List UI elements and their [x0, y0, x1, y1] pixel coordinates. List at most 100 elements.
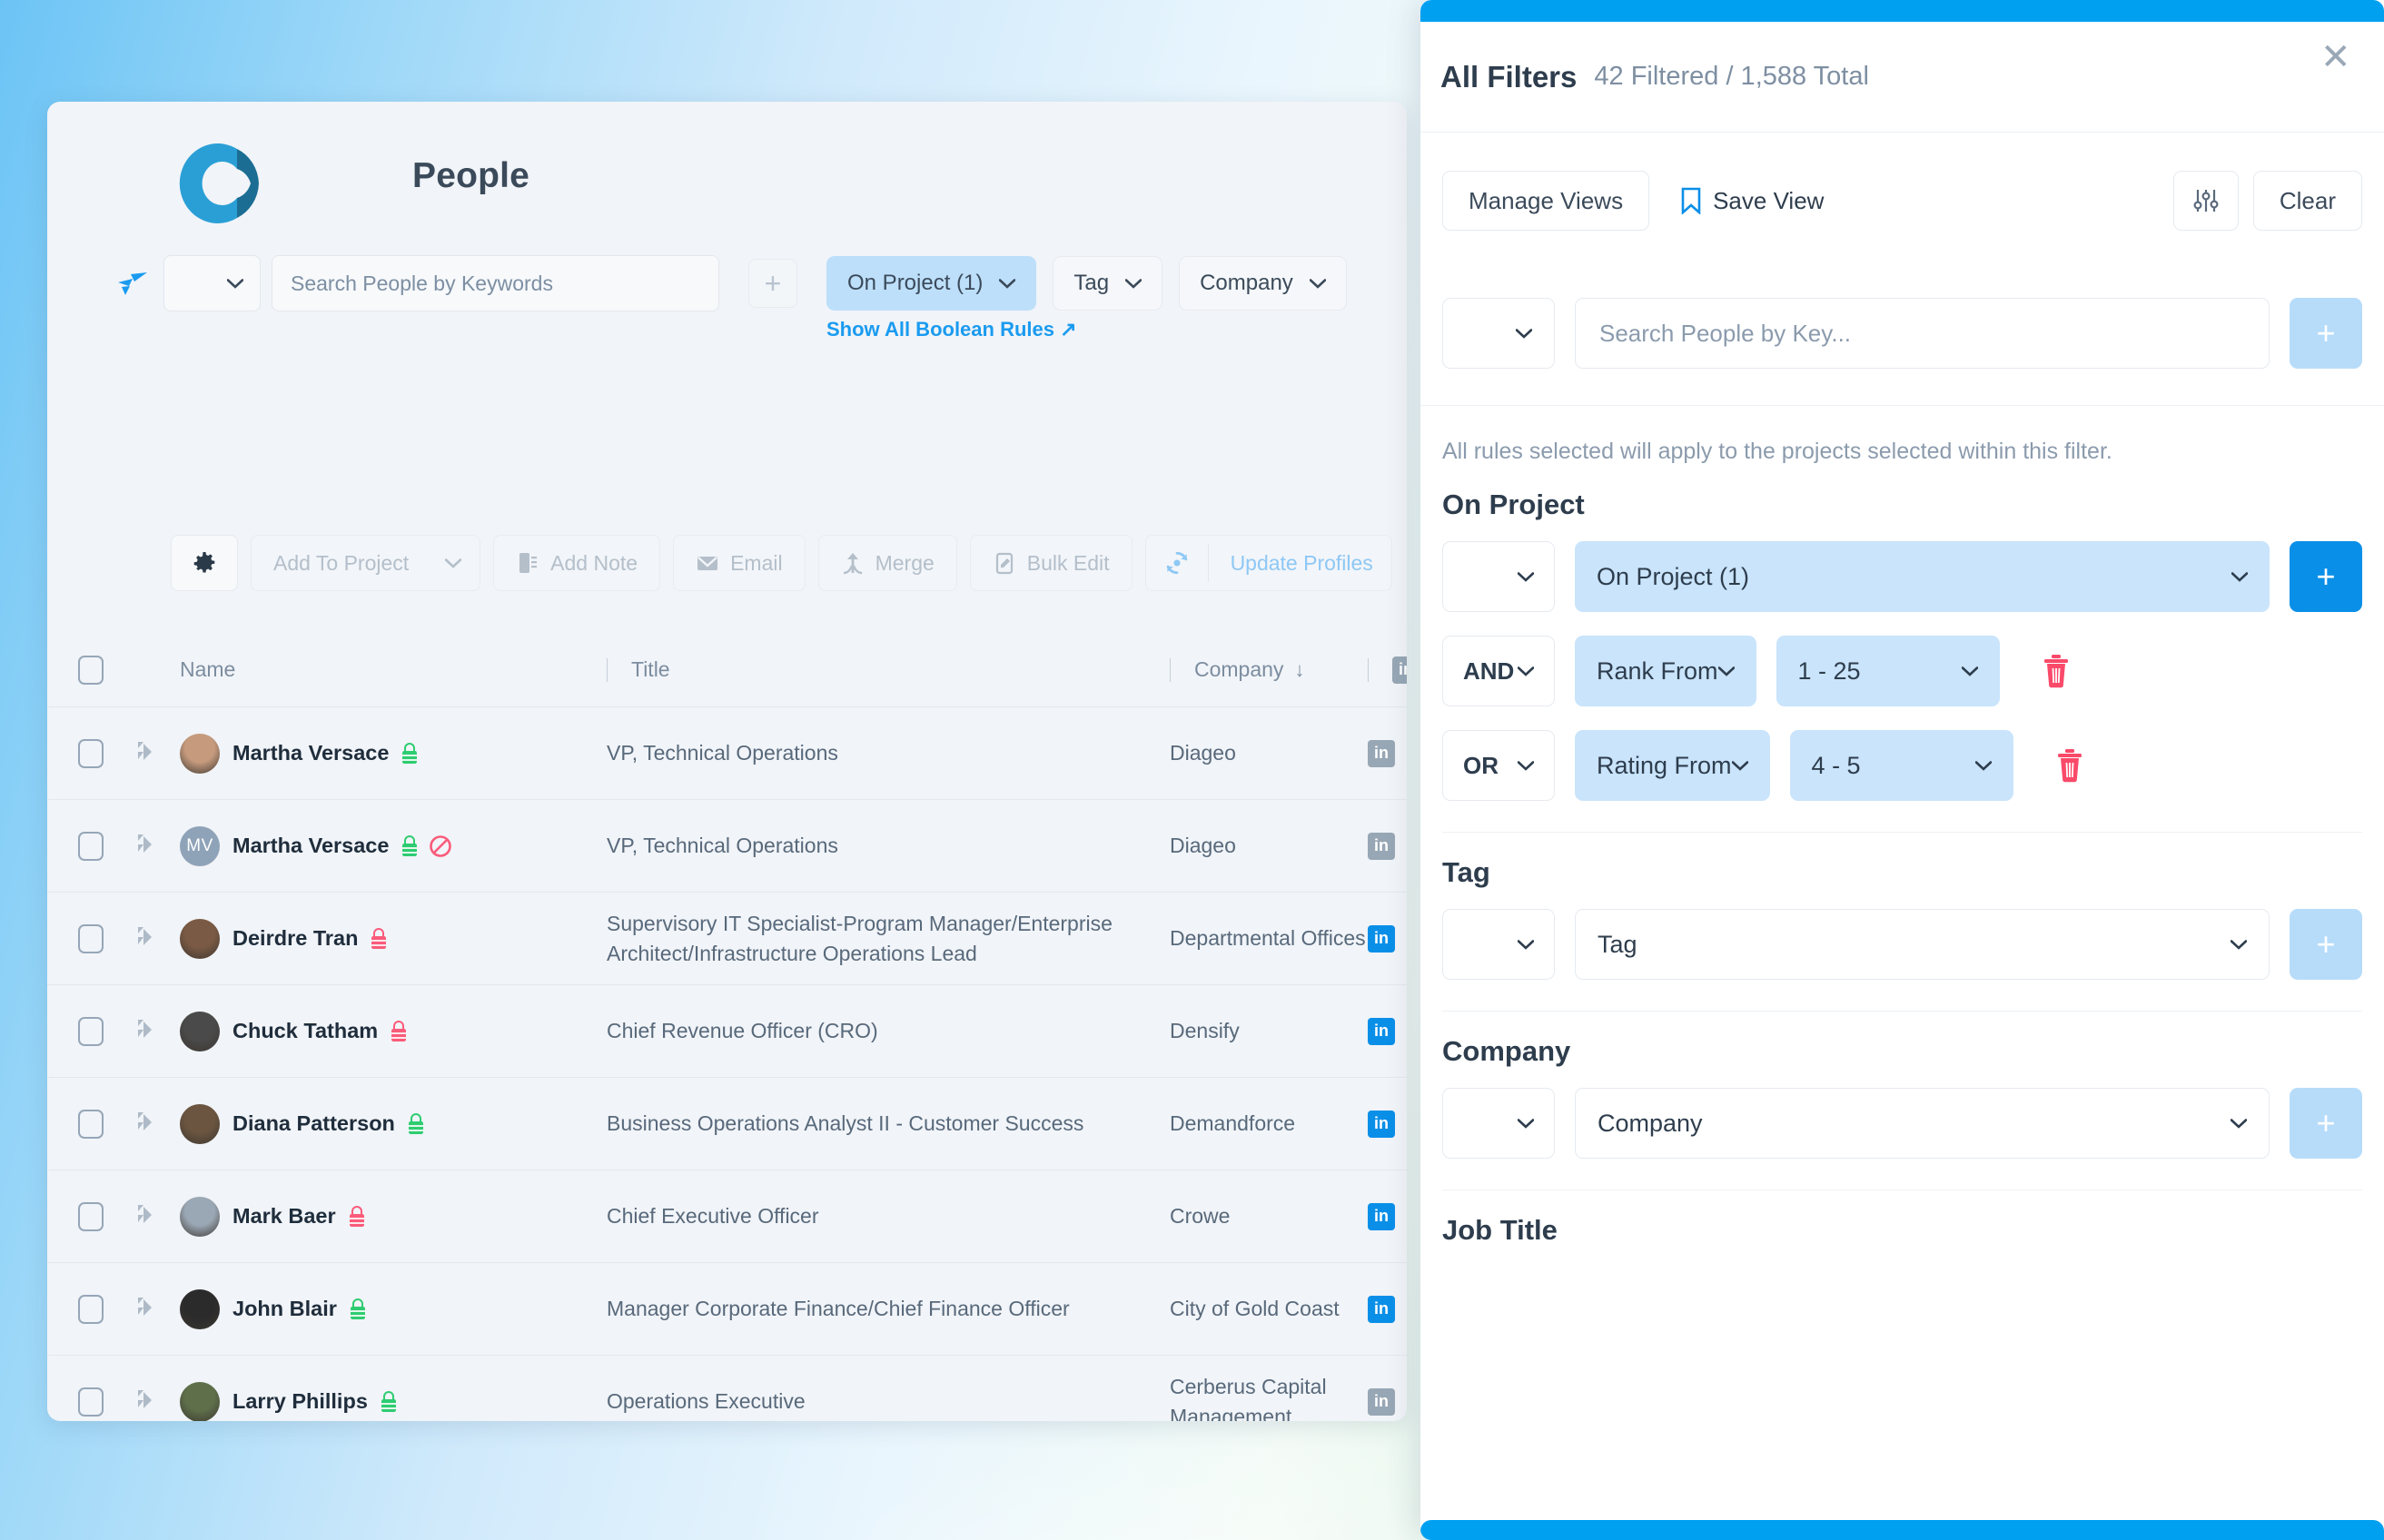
row-name-cell[interactable]: Diana Patterson — [180, 1104, 607, 1144]
column-header-company[interactable]: Company ↓ — [1170, 657, 1368, 682]
row-linkedin-cell[interactable]: in — [1368, 1388, 1407, 1416]
rule-field-select[interactable]: Tag — [1575, 909, 2270, 980]
row-expand-cell[interactable] — [134, 1017, 180, 1046]
linkedin-icon[interactable]: in — [1368, 925, 1395, 953]
row-name-cell[interactable]: Martha Versace — [180, 734, 607, 774]
row-linkedin-cell[interactable]: in — [1368, 925, 1407, 953]
row-linkedin-cell[interactable]: in — [1368, 740, 1407, 767]
linkedin-icon[interactable]: in — [1368, 1111, 1395, 1138]
chip-company[interactable]: Company — [1179, 256, 1347, 311]
manage-views-button[interactable]: Manage Views — [1442, 171, 1649, 231]
rule-field-select[interactable]: Company — [1575, 1088, 2270, 1159]
row-name-cell[interactable]: Chuck Tatham — [180, 1012, 607, 1051]
table-row[interactable]: Chuck Tatham Chief Revenue Officer (CRO)… — [47, 985, 1407, 1078]
row-expand-cell[interactable] — [134, 1110, 180, 1139]
table-row[interactable]: John Blair Manager Corporate Finance/Chi… — [47, 1263, 1407, 1356]
merge-button[interactable]: Merge — [818, 535, 957, 591]
row-checkbox[interactable] — [78, 1017, 104, 1046]
row-checkbox[interactable] — [78, 1387, 104, 1417]
delete-rule-button[interactable] — [2020, 654, 2092, 688]
bulk-edit-button[interactable]: Bulk Edit — [970, 535, 1133, 591]
update-profiles-button[interactable]: Update Profiles — [1145, 535, 1392, 591]
settings-gear-button[interactable] — [171, 535, 238, 591]
row-checkbox[interactable] — [78, 1110, 104, 1139]
add-note-button[interactable]: Add Note — [493, 535, 660, 591]
row-name-cell[interactable]: Larry Phillips — [180, 1382, 607, 1422]
table-row[interactable]: Mark Baer Chief Executive Officer Crowe … — [47, 1170, 1407, 1263]
add-rule-button[interactable]: + — [2290, 541, 2362, 612]
table-row[interactable]: Larry Phillips Operations Executive Cerb… — [47, 1356, 1407, 1421]
row-name-cell[interactable]: Deirdre Tran — [180, 919, 607, 959]
linkedin-icon[interactable]: in — [1368, 1388, 1395, 1416]
delete-rule-button[interactable] — [2033, 748, 2106, 783]
row-checkbox-cell[interactable] — [47, 1387, 134, 1417]
row-linkedin-cell[interactable]: in — [1368, 1111, 1407, 1138]
rule-operator-select[interactable]: OR — [1442, 730, 1555, 801]
rule-operator-select[interactable] — [1442, 909, 1555, 980]
linkedin-icon[interactable]: in — [1368, 1203, 1395, 1230]
row-checkbox[interactable] — [78, 1202, 104, 1231]
row-checkbox-cell[interactable] — [47, 739, 134, 768]
rule-operator-select[interactable] — [1442, 1088, 1555, 1159]
column-header-title[interactable]: Title — [607, 657, 1170, 682]
row-expand-cell[interactable] — [134, 739, 180, 768]
rule-field-select[interactable]: Rank From — [1575, 636, 1756, 706]
panel-search-add-button[interactable]: + — [2290, 298, 2362, 369]
panel-search-type-select[interactable] — [1442, 298, 1555, 369]
row-checkbox-cell[interactable] — [47, 924, 134, 953]
row-linkedin-cell[interactable]: in — [1368, 1018, 1407, 1045]
row-name-cell[interactable]: John Blair — [180, 1289, 607, 1329]
panel-search-input[interactable]: Search People by Key... — [1575, 298, 2270, 369]
row-name-cell[interactable]: Mark Baer — [180, 1197, 607, 1237]
delete-rule-icon[interactable] — [2041, 654, 2072, 688]
save-view-button[interactable]: Save View — [1680, 187, 1824, 215]
row-checkbox[interactable] — [78, 739, 104, 768]
add-rule-button[interactable]: + — [2290, 1088, 2362, 1159]
row-linkedin-cell[interactable]: in — [1368, 1203, 1407, 1230]
rule-field-select[interactable]: On Project (1) — [1575, 541, 2270, 612]
filter-settings-button[interactable] — [2173, 171, 2239, 231]
add-to-project-button[interactable]: Add To Project — [251, 535, 480, 591]
table-row[interactable]: Deirdre Tran Supervisory IT Specialist-P… — [47, 893, 1407, 985]
column-header-name[interactable]: Name — [180, 657, 607, 682]
rule-operator-select[interactable] — [1442, 541, 1555, 612]
email-button[interactable]: Email — [673, 535, 806, 591]
chip-on-project[interactable]: On Project (1) — [826, 256, 1036, 311]
chip-tag[interactable]: Tag — [1053, 256, 1162, 311]
show-all-boolean-rules-link[interactable]: Show All Boolean Rules ↗ — [826, 318, 1077, 341]
row-expand-cell[interactable] — [134, 1202, 180, 1231]
delete-rule-icon[interactable] — [2054, 748, 2085, 783]
row-name-cell[interactable]: MV Martha Versace — [180, 826, 607, 866]
clear-filters-button[interactable]: Clear — [2253, 171, 2362, 231]
row-checkbox-cell[interactable] — [47, 1110, 134, 1139]
sort-descending-icon[interactable]: ↓ — [1294, 658, 1304, 682]
row-checkbox[interactable] — [78, 924, 104, 953]
search-input[interactable]: Search People by Keywords — [272, 255, 719, 311]
row-linkedin-cell[interactable]: in — [1368, 1296, 1407, 1323]
rule-value-select[interactable]: 1 - 25 — [1776, 636, 2000, 706]
search-type-select[interactable] — [163, 255, 261, 311]
linkedin-icon[interactable]: in — [1368, 1296, 1395, 1323]
row-expand-cell[interactable] — [134, 1387, 180, 1417]
row-linkedin-cell[interactable]: in — [1368, 833, 1407, 860]
row-expand-cell[interactable] — [134, 924, 180, 953]
linkedin-icon[interactable]: in — [1368, 740, 1395, 767]
row-checkbox-cell[interactable] — [47, 1295, 134, 1324]
select-all-checkbox[interactable] — [78, 656, 104, 685]
linkedin-icon[interactable]: in — [1368, 1018, 1395, 1045]
rule-field-select[interactable]: Rating From — [1575, 730, 1770, 801]
table-row[interactable]: MV Martha Versace VP, Technical Operatio… — [47, 800, 1407, 893]
table-row[interactable]: Martha Versace VP, Technical Operations … — [47, 707, 1407, 800]
rule-operator-select[interactable]: AND — [1442, 636, 1555, 706]
row-expand-cell[interactable] — [134, 1295, 180, 1324]
close-icon[interactable]: ✕ — [2320, 42, 2355, 76]
select-all-checkbox-cell[interactable] — [47, 656, 134, 685]
row-expand-cell[interactable] — [134, 832, 180, 861]
table-row[interactable]: Diana Patterson Business Operations Anal… — [47, 1078, 1407, 1170]
rule-value-select[interactable]: 4 - 5 — [1790, 730, 2013, 801]
row-checkbox[interactable] — [78, 832, 104, 861]
row-checkbox[interactable] — [78, 1295, 104, 1324]
linkedin-icon[interactable]: in — [1368, 833, 1395, 860]
add-filter-button[interactable]: + — [748, 259, 797, 308]
row-checkbox-cell[interactable] — [47, 1017, 134, 1046]
